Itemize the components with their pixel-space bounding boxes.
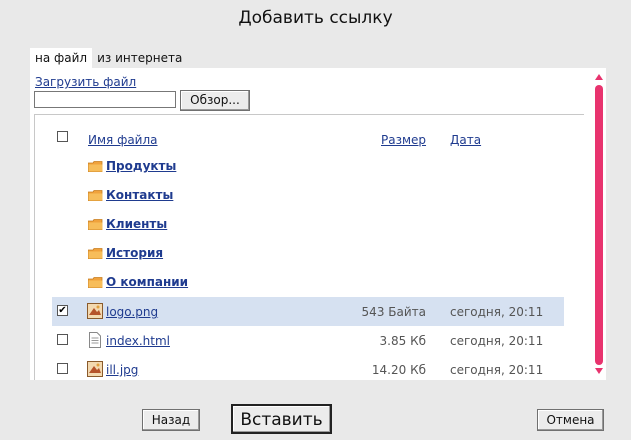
column-header-date[interactable]: Дата	[450, 133, 481, 147]
image-file-icon	[87, 361, 103, 377]
file-row[interactable]: ✔ logo.png 543 Байта сегодня, 20:11	[52, 297, 564, 326]
file-path-input[interactable]	[34, 91, 176, 108]
scrollbar-thumb[interactable]	[595, 85, 603, 365]
folder-name[interactable]: Контакты	[106, 188, 173, 202]
insert-button[interactable]: Вставить	[231, 404, 332, 434]
back-button[interactable]: Назад	[142, 409, 200, 431]
tab-from-internet[interactable]: из интернета	[92, 48, 187, 68]
folder-name[interactable]: О компании	[106, 275, 188, 289]
select-all-checkbox[interactable]	[57, 131, 68, 142]
file-list-header: Имя файла Размер Дата	[52, 123, 564, 152]
file-list: Имя файла Размер Дата Продукты Контакты …	[34, 114, 584, 380]
file-row[interactable]: ill.jpg 14.20 Кб сегодня, 20:11	[52, 355, 564, 380]
file-panel: Загрузить файл Обзор... Имя файла Размер…	[30, 68, 606, 380]
folder-name[interactable]: Продукты	[106, 159, 176, 173]
folder-icon	[88, 219, 103, 230]
tab-to-file[interactable]: на файл	[30, 48, 93, 68]
folder-icon	[88, 190, 103, 201]
column-header-name[interactable]: Имя файла	[88, 133, 158, 147]
folder-name[interactable]: Клиенты	[106, 217, 167, 231]
folder-icon	[88, 161, 103, 172]
file-name[interactable]: logo.png	[106, 305, 158, 319]
upload-file-link[interactable]: Загрузить файл	[35, 75, 136, 89]
file-checkbox[interactable]	[57, 363, 68, 374]
folder-row[interactable]: Клиенты	[52, 210, 564, 239]
image-file-icon	[87, 303, 103, 319]
file-date: сегодня, 20:11	[450, 305, 544, 319]
folder-icon	[88, 277, 103, 288]
cancel-button[interactable]: Отмена	[537, 409, 604, 431]
file-date: сегодня, 20:11	[450, 334, 544, 348]
file-checkbox[interactable]: ✔	[57, 305, 68, 316]
folder-icon	[88, 248, 103, 259]
browse-button[interactable]: Обзор...	[180, 90, 250, 111]
dialog-title: Добавить ссылку	[238, 8, 393, 28]
scroll-down-arrow-icon[interactable]	[595, 368, 603, 374]
scroll-up-arrow-icon[interactable]	[595, 74, 603, 80]
file-name[interactable]: index.html	[106, 334, 170, 348]
folder-row[interactable]: История	[52, 239, 564, 268]
folder-row[interactable]: О компании	[52, 268, 564, 297]
file-size: 14.20 Кб	[371, 363, 426, 377]
tab-bar: на файл из интернета	[30, 48, 187, 68]
file-row[interactable]: index.html 3.85 Кб сегодня, 20:11	[52, 326, 564, 355]
file-name[interactable]: ill.jpg	[106, 363, 138, 377]
file-checkbox[interactable]	[57, 334, 68, 345]
file-size: 3.85 Кб	[379, 334, 426, 348]
folder-name[interactable]: История	[106, 246, 163, 260]
folder-row[interactable]: Контакты	[52, 181, 564, 210]
file-size: 543 Байта	[361, 305, 426, 319]
document-file-icon	[89, 332, 101, 348]
file-date: сегодня, 20:11	[450, 363, 544, 377]
folder-row[interactable]: Продукты	[52, 152, 564, 181]
vertical-scrollbar[interactable]	[593, 68, 606, 380]
column-header-size[interactable]: Размер	[381, 133, 426, 147]
